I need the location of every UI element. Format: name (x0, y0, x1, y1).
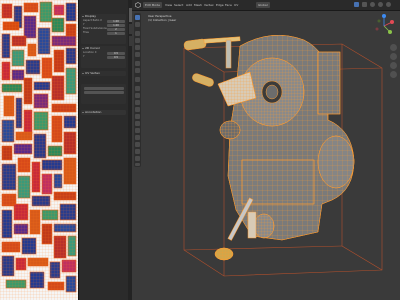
tiles-label: Tiles (83, 31, 89, 34)
uv-vertex-row-2 (81, 90, 126, 94)
display-panel: Display Aspect Ratio X 1.00 Y 1.00 Fixed… (81, 14, 126, 44)
tiles-row: Tiles 1 (81, 31, 126, 35)
cursor-y-row: Y 0.5 (81, 55, 126, 59)
cursor-panel: 2D Cursor Location X 0.5 Y 0.5 (81, 46, 126, 68)
3d-viewport[interactable]: Edit Mode View Select Add Mesh Vertex Ed… (132, 0, 400, 300)
cursor-y-field[interactable]: 0.5 (107, 55, 125, 59)
uv-editor-canvas[interactable] (0, 0, 78, 300)
gear-mechanism-model[interactable] (132, 0, 400, 300)
uv-sidebar: Display Aspect Ratio X 1.00 Y 1.00 Fixed… (78, 0, 129, 300)
tiles-field[interactable]: 1 (107, 31, 125, 35)
cursor-y-label: Y (83, 55, 85, 58)
uv-vertex-detail (81, 84, 126, 104)
annotation-panel-header[interactable]: Annotation (81, 110, 126, 115)
uv-islands (0, 0, 78, 300)
annotation-panel[interactable]: Annotation (81, 110, 126, 115)
uv-vertex-field-2[interactable] (84, 90, 124, 94)
uv-vertex-panel[interactable]: UV Vertex (81, 71, 126, 76)
uv-vertex-header[interactable]: UV Vertex (81, 71, 126, 76)
